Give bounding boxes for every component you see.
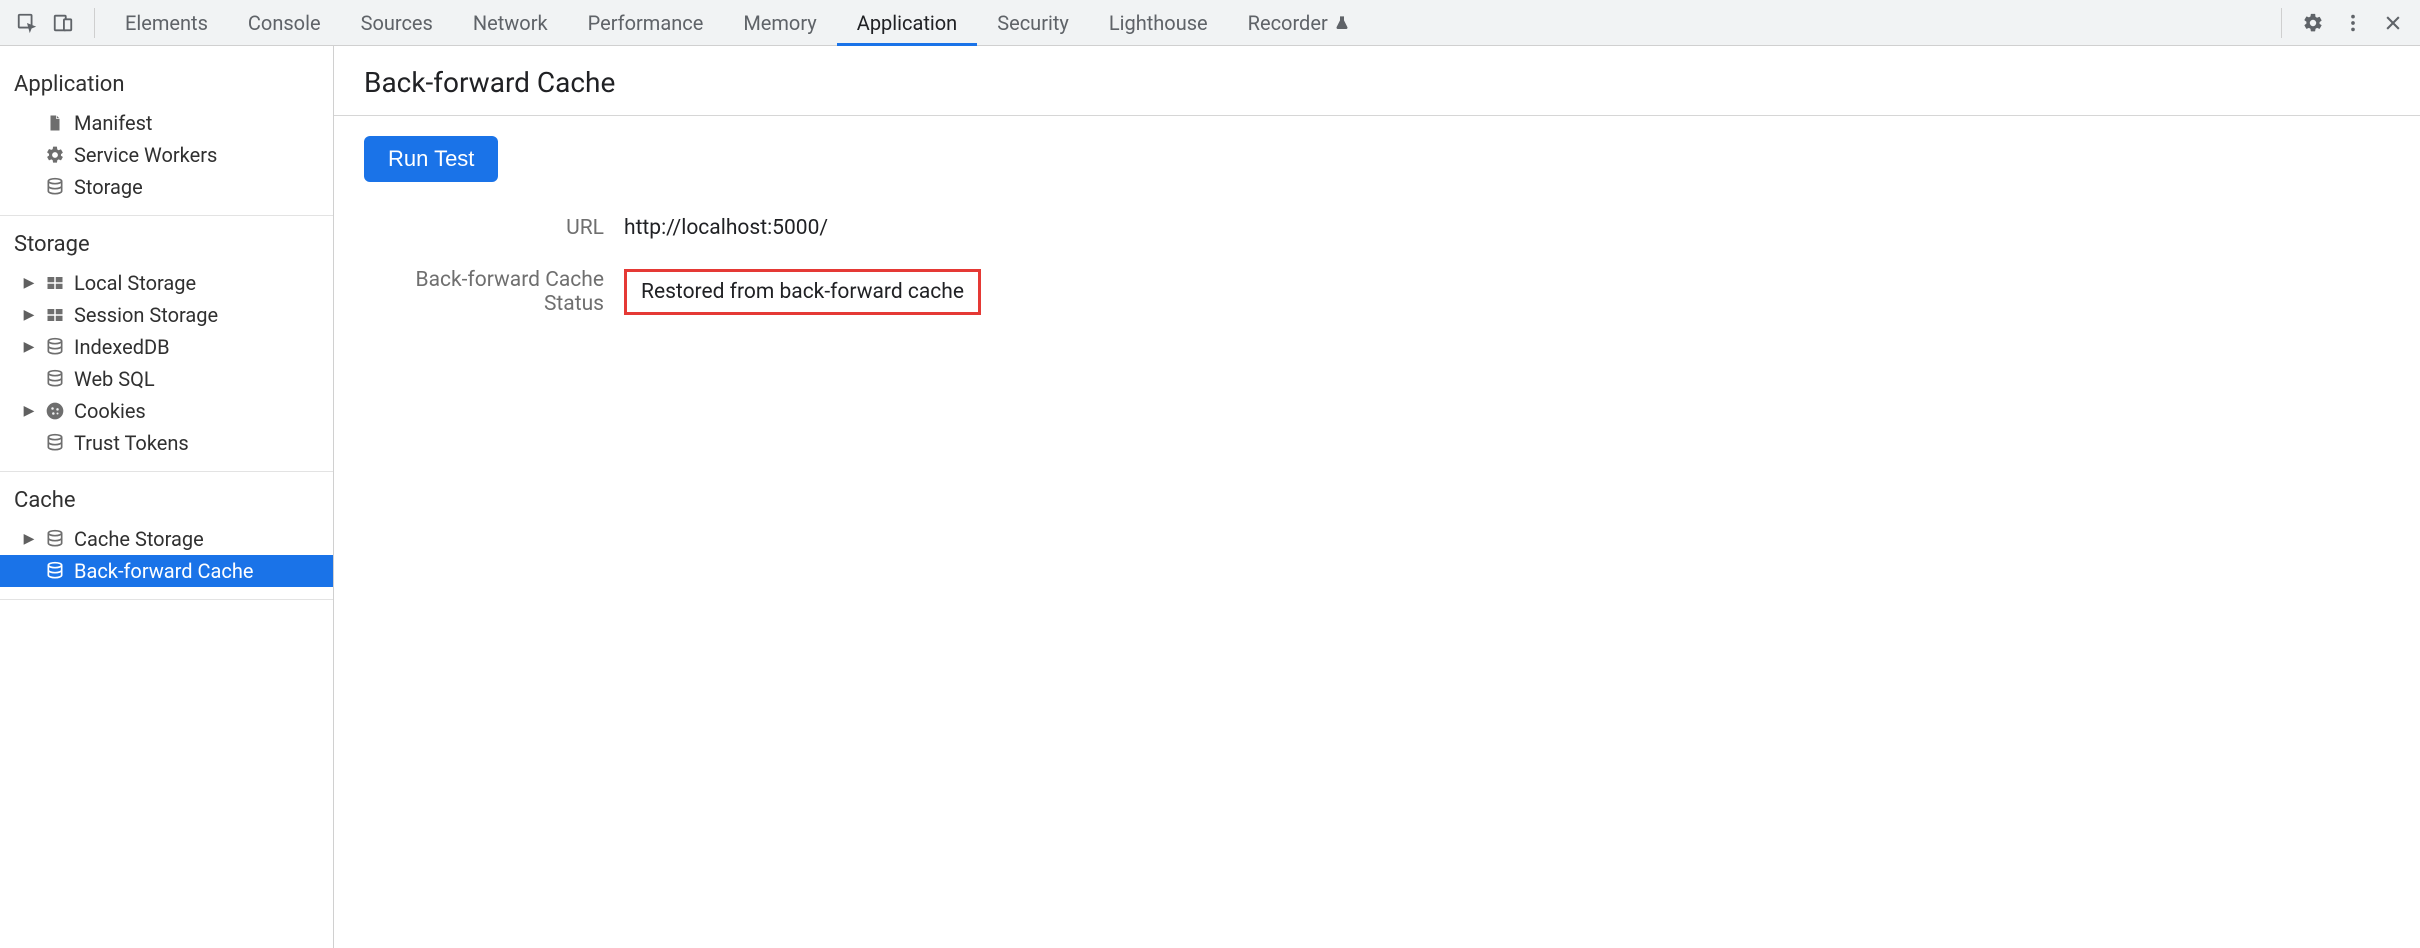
section-title: Storage: [0, 226, 333, 267]
expand-arrow-icon[interactable]: ▶: [22, 339, 36, 355]
tab-label: Security: [997, 11, 1069, 35]
expand-arrow-icon[interactable]: ▶: [22, 531, 36, 547]
main-split: Application▶Manifest▶Service Workers▶Sto…: [0, 46, 2420, 948]
gear-icon: [44, 145, 66, 165]
more-options-icon[interactable]: [2336, 6, 2370, 40]
kv-label: Back-forward Cache Status: [364, 268, 624, 316]
toolbar-right-group: [2281, 8, 2410, 38]
application-sidebar: Application▶Manifest▶Service Workers▶Sto…: [0, 46, 334, 948]
content-pane: Back-forward Cache Run Test URLhttp://lo…: [334, 46, 2420, 948]
sidebar-item-label: Cache Storage: [74, 527, 204, 551]
expand-arrow-icon[interactable]: ▶: [22, 307, 36, 323]
page-title: Back-forward Cache: [364, 66, 2390, 99]
cookie-icon: [44, 401, 66, 421]
content-header: Back-forward Cache: [334, 46, 2420, 116]
sidebar-item-trust-tokens[interactable]: ▶Trust Tokens: [0, 427, 333, 459]
sidebar-section-storage: Storage ▶ Local Storage ▶ Session Storage ▶ In…: [0, 216, 333, 472]
kv-row: Back-forward Cache StatusRestored from b…: [364, 268, 2390, 316]
expand-arrow-icon[interactable]: ▶: [22, 275, 36, 291]
expand-arrow-icon[interactable]: ▶: [22, 403, 36, 419]
sidebar-item-label: Service Workers: [74, 143, 217, 167]
close-devtools-icon[interactable]: [2376, 6, 2410, 40]
sidebar-item-label: Storage: [74, 175, 143, 199]
sidebar-item-back-forward-cache[interactable]: ▶Back-forward Cache: [0, 555, 333, 587]
inspect-element-icon[interactable]: [10, 6, 44, 40]
sidebar-section-cache: Cache ▶ Cache Storage ▶Back-forward Cache: [0, 472, 333, 600]
tab-sources[interactable]: Sources: [341, 0, 453, 45]
sidebar-item-label: IndexedDB: [74, 335, 170, 359]
db-icon: [44, 369, 66, 389]
kv-row: URLhttp://localhost:5000/: [364, 216, 2390, 240]
sidebar-item-local-storage[interactable]: ▶ Local Storage: [0, 267, 333, 299]
sidebar-item-cache-storage[interactable]: ▶ Cache Storage: [0, 523, 333, 555]
tab-label: Sources: [361, 11, 433, 35]
db-icon: [44, 529, 66, 549]
sidebar-section-application: Application▶Manifest▶Service Workers▶Sto…: [0, 56, 333, 216]
sidebar-item-label: Cookies: [74, 399, 146, 423]
tab-label: Performance: [588, 11, 704, 35]
tab-label: Lighthouse: [1109, 11, 1208, 35]
sidebar-item-label: Web SQL: [74, 367, 155, 391]
sidebar-item-service-workers[interactable]: ▶Service Workers: [0, 139, 333, 171]
sidebar-item-web-sql[interactable]: ▶Web SQL: [0, 363, 333, 395]
tab-label: Network: [473, 11, 548, 35]
tab-recorder[interactable]: Recorder: [1228, 0, 1370, 45]
db-icon: [44, 561, 66, 581]
sidebar-item-storage[interactable]: ▶Storage: [0, 171, 333, 203]
section-title: Cache: [0, 482, 333, 523]
tab-label: Console: [248, 11, 321, 35]
tab-label: Recorder: [1248, 11, 1328, 35]
content-body: Run Test URLhttp://localhost:5000/Back-f…: [334, 116, 2420, 364]
sidebar-item-label: Session Storage: [74, 303, 218, 327]
tab-label: Application: [857, 11, 957, 35]
key-value-section: URLhttp://localhost:5000/Back-forward Ca…: [364, 216, 2390, 316]
tab-elements[interactable]: Elements: [105, 0, 228, 45]
kv-value: http://localhost:5000/: [624, 216, 828, 240]
status-value-highlighted: Restored from back-forward cache: [624, 269, 981, 315]
tab-application[interactable]: Application: [837, 0, 977, 45]
file-icon: [44, 113, 66, 133]
grid-icon: [44, 306, 66, 324]
settings-icon[interactable]: [2296, 6, 2330, 40]
tab-lighthouse[interactable]: Lighthouse: [1089, 0, 1228, 45]
sidebar-item-label: Manifest: [74, 111, 152, 135]
sidebar-item-label: Trust Tokens: [74, 431, 189, 455]
kv-label: URL: [364, 216, 624, 240]
tab-label: Elements: [125, 11, 208, 35]
tab-security[interactable]: Security: [977, 0, 1089, 45]
devtools-tabs: Elements Console Sources Network Performance…: [105, 0, 1370, 45]
devtools-toolbar: Elements Console Sources Network Performance…: [0, 0, 2420, 46]
sidebar-item-cookies[interactable]: ▶ Cookies: [0, 395, 333, 427]
tab-network[interactable]: Network: [453, 0, 568, 45]
sidebar-item-indexeddb[interactable]: ▶ IndexedDB: [0, 331, 333, 363]
db-icon: [44, 433, 66, 453]
section-title: Application: [0, 66, 333, 107]
tab-console[interactable]: Console: [228, 0, 341, 45]
run-test-button[interactable]: Run Test: [364, 136, 498, 182]
tab-performance[interactable]: Performance: [568, 0, 724, 45]
tab-memory[interactable]: Memory: [723, 0, 836, 45]
device-toggle-icon[interactable]: [46, 6, 80, 40]
sidebar-item-label: Back-forward Cache: [74, 559, 254, 583]
sidebar-item-session-storage[interactable]: ▶ Session Storage: [0, 299, 333, 331]
sidebar-item-manifest[interactable]: ▶Manifest: [0, 107, 333, 139]
db-icon: [44, 177, 66, 197]
tab-label: Memory: [743, 11, 816, 35]
sidebar-item-label: Local Storage: [74, 271, 196, 295]
flask-icon: [1334, 15, 1350, 31]
db-icon: [44, 337, 66, 357]
grid-icon: [44, 274, 66, 292]
toolbar-left-group: [10, 8, 95, 38]
